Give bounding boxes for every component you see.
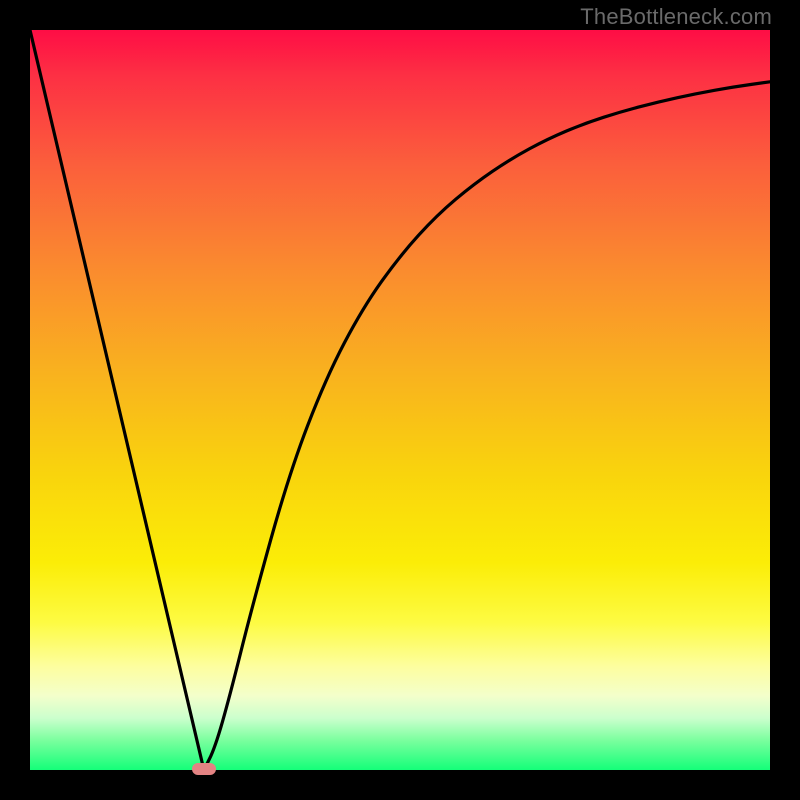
curve-layer bbox=[30, 30, 770, 770]
plot-area bbox=[30, 30, 770, 770]
chart-frame: TheBottleneck.com bbox=[0, 0, 800, 800]
optimal-marker bbox=[192, 763, 216, 775]
bottleneck-curve bbox=[30, 30, 770, 770]
watermark-text: TheBottleneck.com bbox=[580, 4, 772, 30]
